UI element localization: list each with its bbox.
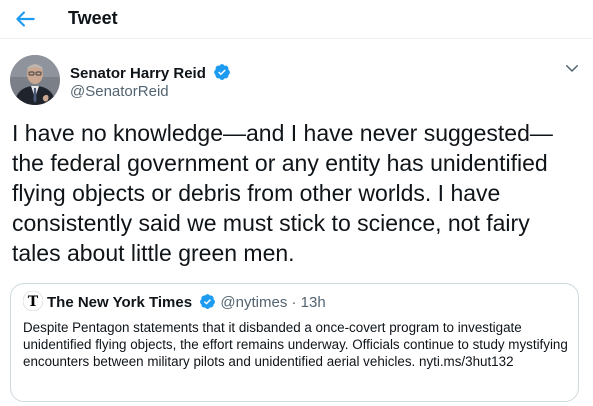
tweet-text: I have no knowledge—and I have never sug…: [12, 120, 553, 266]
back-button[interactable]: [12, 6, 38, 32]
author-handle[interactable]: @SenatorReid: [70, 83, 169, 100]
quoted-tweet-header: T The New York Times @nytimes · 13h: [23, 291, 326, 313]
top-bar: Tweet: [0, 0, 593, 39]
more-options-button[interactable]: [563, 59, 581, 77]
avatar[interactable]: [10, 55, 60, 105]
quoted-tweet-card[interactable]: T The New York Times @nytimes · 13h Desp…: [10, 283, 579, 402]
verified-badge-icon: [214, 64, 230, 80]
arrow-left-icon: [16, 11, 35, 27]
author-name[interactable]: Senator Harry Reid: [70, 63, 231, 82]
quoted-author-name: The New York Times: [47, 294, 193, 311]
page-title: Tweet: [68, 8, 118, 28]
quoted-author-handle: @nytimes: [220, 294, 288, 311]
chevron-down-icon: [566, 65, 578, 72]
verified-badge-icon: [200, 294, 216, 309]
nyt-logo-icon: T: [23, 291, 43, 311]
svg-text:T: T: [28, 294, 39, 310]
separator-dot: ·: [291, 294, 297, 311]
quoted-tweet-time[interactable]: 13h: [301, 294, 326, 311]
tweet-author: Senator Harry Reid @SenatorReid: [10, 55, 585, 107]
author-name-text: Senator Harry Reid: [70, 65, 206, 82]
quoted-tweet-text: Despite Pentagon statements that it disb…: [23, 320, 568, 369]
avatar-photo: [10, 55, 60, 105]
